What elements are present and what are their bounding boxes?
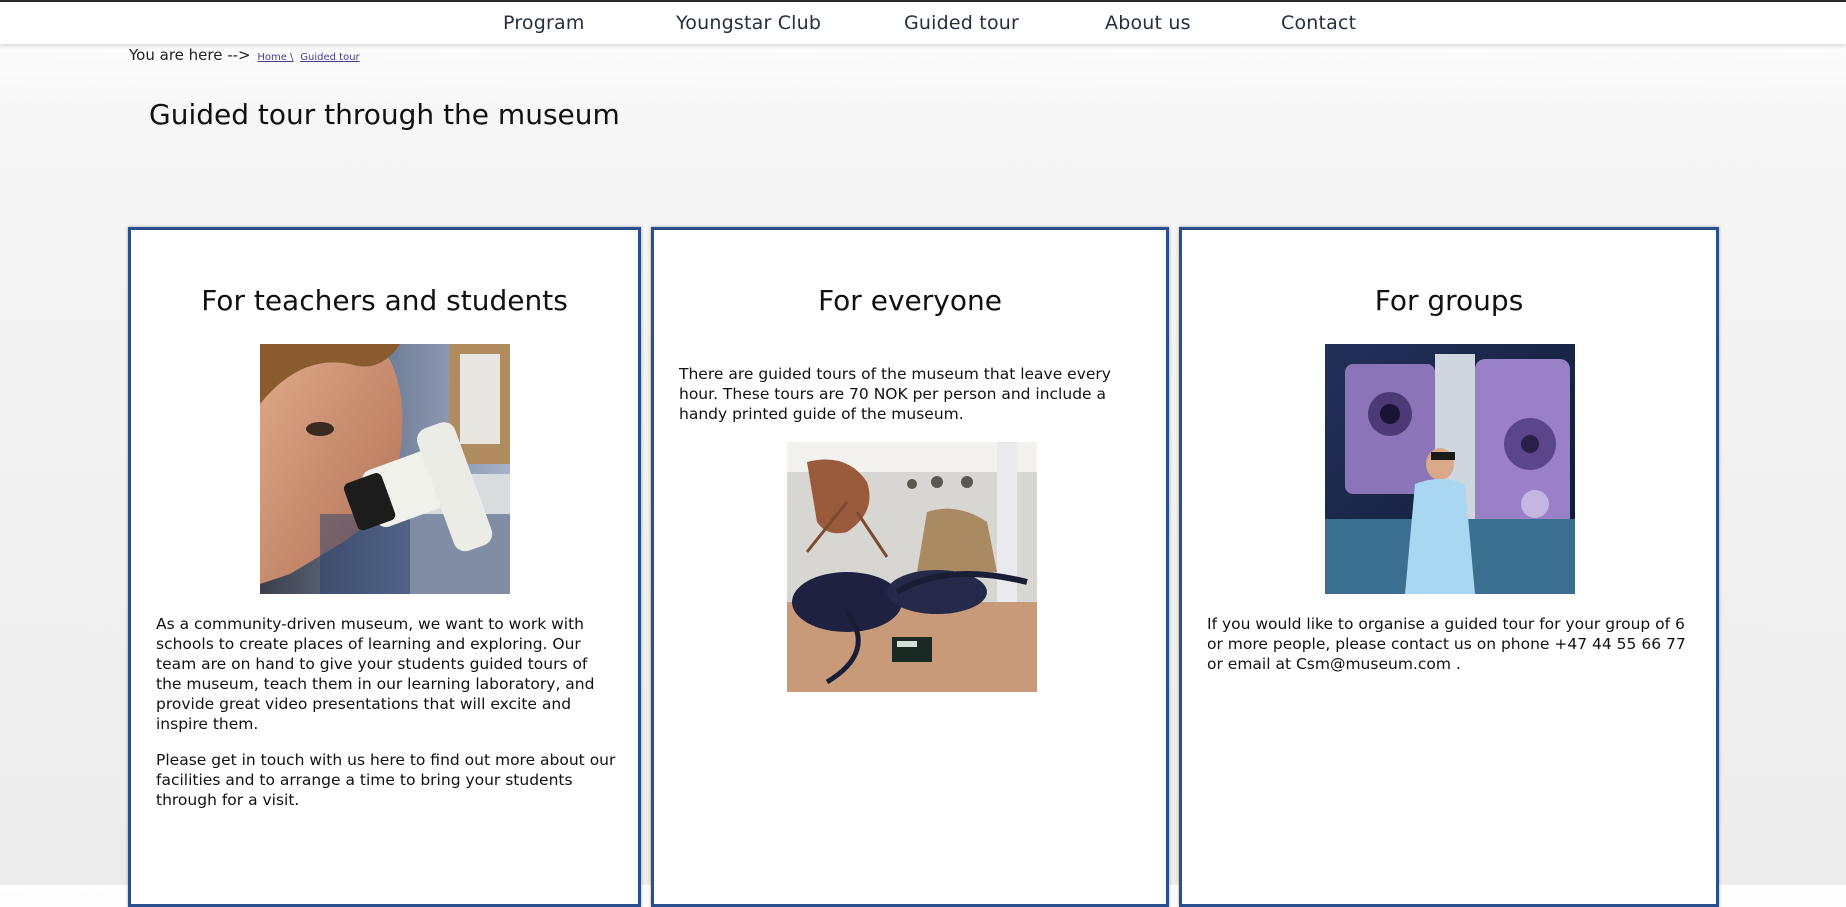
nav-program[interactable]: Program [503, 12, 585, 34]
breadcrumb: You are here --> Home \ Guided tour [129, 46, 360, 64]
page-title: Guided tour through the museum [149, 98, 620, 131]
card-paragraph: If you would like to organise a guided t… [1207, 615, 1686, 673]
top-navigation-bar: Program Youngstar Club Guided tour About… [0, 0, 1846, 44]
nav-guided-tour[interactable]: Guided tour [904, 12, 1019, 34]
card-heading: For groups [1374, 284, 1524, 317]
microscope-photo [260, 344, 510, 594]
card-heading: For teachers and students [201, 284, 568, 317]
nav-contact[interactable]: Contact [1281, 12, 1356, 34]
card-heading: For everyone [818, 284, 1002, 317]
card-paragraph: There are guided tours of the museum tha… [679, 365, 1111, 423]
nav-youngstar-club[interactable]: Youngstar Club [676, 12, 821, 34]
laboratory-photo [1325, 344, 1575, 594]
breadcrumb-current-link[interactable]: Guided tour [300, 52, 359, 63]
card-groups: For groups If you would like to organise… [1179, 227, 1719, 907]
nav-about-us[interactable]: About us [1105, 12, 1191, 34]
card-paragraph: Please get in touch with us here to find… [156, 751, 616, 809]
card-everyone: For everyone There are guided tours of t… [651, 227, 1169, 907]
card-paragraph: As a community-driven museum, we want to… [156, 615, 595, 733]
breadcrumb-home-link[interactable]: Home \ [257, 52, 293, 63]
breadcrumb-prefix: You are here --> [129, 46, 251, 64]
main-nav: Program Youngstar Club Guided tour About… [0, 2, 1846, 44]
ant-exhibit-photo [787, 442, 1037, 692]
card-teachers-students: For teachers and students As a community… [128, 227, 641, 907]
